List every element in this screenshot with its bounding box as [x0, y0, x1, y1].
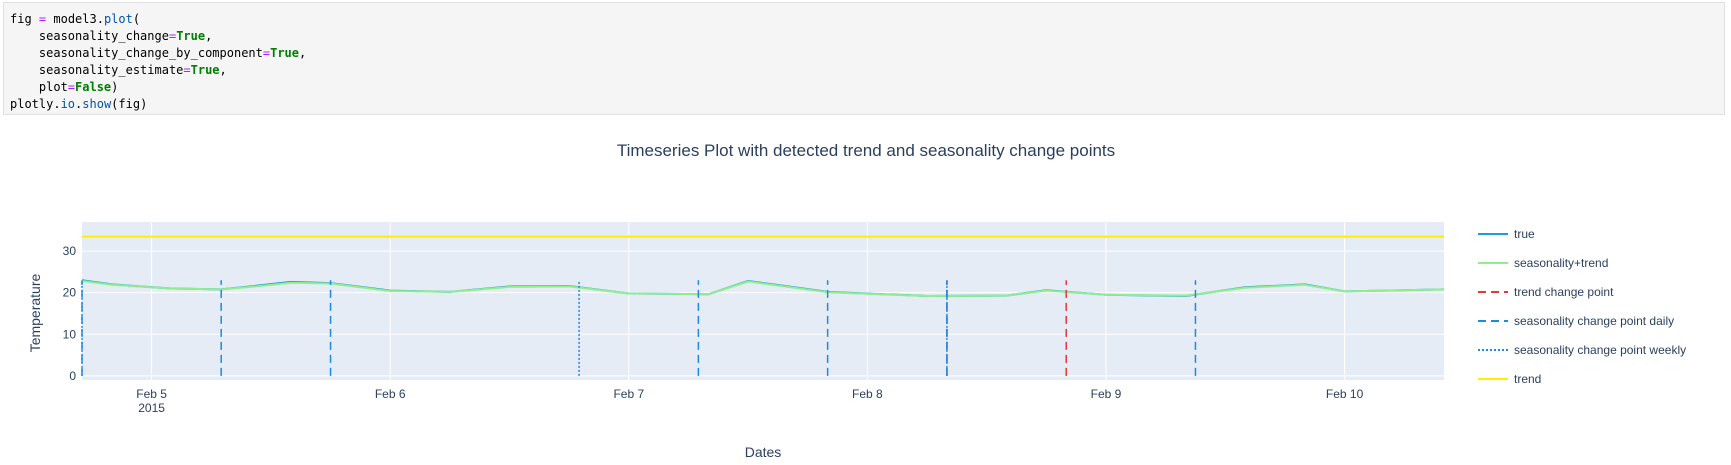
- legend-item[interactable]: seasonality+trend: [1478, 256, 1608, 270]
- code-token: show: [82, 97, 112, 111]
- legend-item[interactable]: true: [1478, 227, 1535, 241]
- code-token: ,: [205, 29, 213, 43]
- legend-label: true: [1514, 227, 1535, 241]
- x-axis-label: Dates: [745, 444, 782, 460]
- code-token: fig: [10, 12, 39, 26]
- code-token: (: [132, 12, 141, 26]
- legend[interactable]: true seasonality+trend trend change point s…: [1478, 227, 1686, 386]
- code-token: =: [183, 63, 191, 77]
- x-tick-label: Feb 10: [1326, 387, 1364, 401]
- legend-label: seasonality change point daily: [1514, 314, 1674, 328]
- code-token: True: [176, 29, 206, 43]
- code-token: ,: [299, 46, 307, 60]
- y-tick-label: 0: [69, 369, 76, 383]
- chart: Timeseries Plot with detected trend and …: [27, 141, 1686, 460]
- plot-area: [82, 222, 1444, 380]
- legend-item[interactable]: seasonality change point weekly: [1478, 343, 1686, 357]
- x-tick-label: Feb 9: [1091, 387, 1122, 401]
- code-line: fig = model3.plot(: [10, 11, 1718, 28]
- legend-item[interactable]: seasonality change point daily: [1478, 314, 1674, 328]
- x-tick-label: Feb 6: [375, 387, 406, 401]
- code-token: True: [190, 63, 220, 77]
- code-line: plotly.io.show(fig): [10, 96, 1718, 113]
- y-axis-label: Temperature: [27, 273, 43, 352]
- code-token: plotly.: [10, 97, 61, 111]
- legend-label: seasonality change point weekly: [1514, 343, 1686, 357]
- code-token: False: [75, 80, 112, 94]
- x-tick-year-label: 2015: [138, 401, 165, 415]
- code-line: seasonality_estimate=True,: [10, 62, 1718, 79]
- code-token: =: [67, 80, 76, 94]
- code-token: ,: [219, 63, 227, 77]
- legend-item[interactable]: trend change point: [1478, 285, 1614, 299]
- code-token: seasonality_change_by_component: [10, 46, 263, 60]
- code-token: ): [111, 80, 119, 94]
- code-token: io: [60, 97, 76, 111]
- code-line: seasonality_change=True,: [10, 28, 1718, 45]
- x-tick-label: Feb 8: [852, 387, 883, 401]
- code-lines: fig = model3.plot( seasonality_change=Tr…: [10, 11, 1718, 113]
- legend-item[interactable]: trend: [1478, 372, 1541, 386]
- code-token: True: [270, 46, 300, 60]
- y-tick-labels: 0 10 20 30: [63, 244, 77, 383]
- code-line: seasonality_change_by_component=True,: [10, 45, 1718, 62]
- code-cell[interactable]: fig = model3.plot( seasonality_change=Tr…: [3, 2, 1725, 115]
- chart-title: Timeseries Plot with detected trend and …: [617, 141, 1115, 160]
- legend-label: trend: [1514, 372, 1541, 386]
- code-token: (fig): [111, 97, 148, 111]
- code-token: model3.: [46, 12, 104, 26]
- code-line: plot=False): [10, 79, 1718, 96]
- legend-label: seasonality+trend: [1514, 256, 1608, 270]
- legend-label: trend change point: [1514, 285, 1614, 299]
- x-tick-label: Feb 7: [613, 387, 644, 401]
- y-tick-label: 20: [63, 286, 77, 300]
- code-token: seasonality_estimate: [10, 63, 184, 77]
- code-token: plot: [10, 80, 68, 94]
- y-tick-label: 10: [63, 327, 77, 341]
- x-tick-label: Feb 5: [136, 387, 167, 401]
- x-tick-labels: Feb 52015 Feb 6 Feb 7 Feb 8 Feb 9 Feb 10: [136, 387, 1363, 415]
- y-tick-label: 30: [63, 244, 77, 258]
- code-token: plot: [103, 12, 133, 26]
- code-token: seasonality_change: [10, 29, 169, 43]
